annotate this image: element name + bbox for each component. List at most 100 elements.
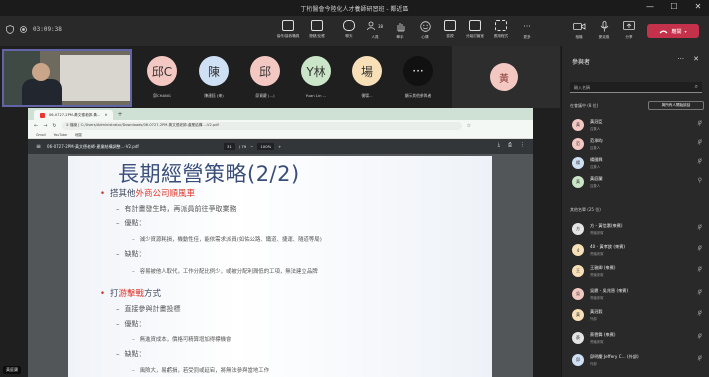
sub-item: – 缺點： bbox=[116, 250, 146, 258]
zoom-level[interactable]: 100% bbox=[257, 143, 275, 150]
more-icon: ··· bbox=[523, 21, 531, 31]
participant-row[interactable]: 蔡 蔡雲舞 (來賓) 會議來賓 ⚲̸ bbox=[570, 329, 706, 347]
star-icon[interactable]: ☆ bbox=[467, 123, 471, 129]
avatar: 方 bbox=[572, 223, 584, 235]
share-icon bbox=[623, 20, 635, 32]
participant-row[interactable]: 黃 黃庭蘭 召集人 ⚲ bbox=[570, 173, 706, 191]
mic-off-icon: ⚲̸ bbox=[697, 158, 702, 165]
chevron-down-icon[interactable]: ▾ bbox=[685, 29, 687, 34]
presenter-head bbox=[32, 63, 50, 81]
monitor-button[interactable]: 撥號/反應 bbox=[300, 20, 334, 44]
phone-hangup-icon bbox=[659, 30, 668, 33]
participant-tile[interactable]: 邱 邱資慶 (...) bbox=[237, 52, 293, 102]
avatar: Y林 bbox=[301, 56, 331, 86]
close-tab-icon[interactable]: ✕ bbox=[104, 113, 107, 117]
participant-row[interactable]: 4 40 - 黃孝欽 (來賓) 會議來賓 ⚲̸ bbox=[570, 241, 706, 259]
bookmark-maps[interactable]: 地圖 bbox=[75, 132, 82, 137]
participant-tile[interactable]: 黃 bbox=[452, 46, 560, 108]
mic-icon bbox=[600, 20, 609, 32]
browser-tab[interactable]: 06-0727-2PM-黃文德老師-黃... ✕ bbox=[34, 110, 114, 120]
meeting-timer: 03:09:38 bbox=[33, 26, 62, 33]
shield-icon[interactable] bbox=[6, 25, 14, 34]
panel-actions: ··· ✕ bbox=[677, 55, 699, 63]
more-icon[interactable]: ⋮ bbox=[520, 142, 525, 148]
bullet-item: • 搭其他外商公司順風車 bbox=[100, 189, 196, 199]
avatar: 邱C bbox=[147, 56, 177, 86]
search-input[interactable] bbox=[574, 84, 684, 90]
participant-row[interactable]: 王 王雅卿 (來賓) 會議來賓 ⚲̸ bbox=[570, 262, 706, 280]
sub-item: – 優點： bbox=[116, 219, 146, 227]
sub-item: – 優點： bbox=[116, 320, 146, 328]
record-icon bbox=[20, 26, 27, 33]
sub-item: – 有計畫發生時，再派員前往爭取業務 bbox=[116, 205, 237, 213]
chat-icon bbox=[343, 20, 355, 31]
mic-off-icon: ⚲̸ bbox=[697, 310, 702, 317]
leave-button[interactable]: 離開 ▾ bbox=[647, 24, 699, 38]
more-participants-tile[interactable]: ··· 顯示其他參與者 bbox=[390, 52, 446, 102]
hand-icon bbox=[396, 20, 405, 32]
participant-row[interactable]: 范 范承昀 召集人 ⚲̸ bbox=[570, 135, 706, 153]
participant-row[interactable]: 方 方 - 黃信惠(來賓) 會議來賓 ⚲̸ bbox=[570, 220, 706, 238]
zoom-out-icon[interactable]: − bbox=[250, 144, 253, 149]
participant-row[interactable]: 楊 楊國興 召集人 ⚲̸ bbox=[570, 154, 706, 172]
avatar: 場 bbox=[352, 56, 382, 86]
self-name-label: 黃庭蘭 bbox=[3, 366, 21, 374]
camera-icon bbox=[572, 20, 586, 32]
slide-page: 長期經營策略(2/2) • 搭其他外商公司順風車 – 有計畫發生時，再派員前往爭取業… bbox=[68, 156, 492, 377]
mic-off-icon: ⚲̸ bbox=[697, 120, 702, 127]
mic-off-icon: ⚲̸ bbox=[697, 139, 702, 146]
menu-icon[interactable]: ≡ bbox=[36, 143, 41, 150]
bookmark-gmail[interactable]: Gmail bbox=[36, 133, 46, 137]
mic-off-icon: ⚲̸ bbox=[697, 355, 702, 362]
participant-tile[interactable]: 場 僕場... bbox=[339, 52, 395, 102]
bullet-item: • 打游擊戰方式 bbox=[100, 289, 162, 299]
new-tab-icon[interactable]: + bbox=[117, 111, 122, 118]
participant-row[interactable]: 黃 黃冠臣 召集人 ⚲̸ bbox=[570, 116, 706, 134]
avatar: 陳 bbox=[199, 56, 229, 86]
close-icon[interactable]: ✕ bbox=[693, 55, 699, 63]
back-icon[interactable]: ← bbox=[34, 123, 38, 129]
avatar: 黃 bbox=[490, 63, 518, 91]
window-title: 丁桁醫會今陸化人才養師研習班 - 鄰近區 bbox=[300, 5, 409, 13]
more-button[interactable]: ··· 更多 bbox=[510, 20, 544, 44]
section-others[interactable]: 其他名單 (25 位) bbox=[570, 207, 601, 213]
participant-row[interactable]: 吳 吳鼎 - 吳兆晉 (來賓) 會議來賓 ⚲̸ bbox=[570, 285, 706, 303]
forward-icon[interactable]: → bbox=[43, 123, 47, 129]
browser-tab-strip: 06-0727-2PM-黃文德老師-黃... ✕ + bbox=[28, 108, 533, 120]
people-icon: 38 bbox=[367, 20, 383, 32]
panel-title: 參與者 bbox=[572, 59, 591, 66]
download-icon[interactable]: ⤓ bbox=[498, 142, 500, 148]
section-in-meeting[interactable]: 在會議中 (8 位) bbox=[570, 103, 598, 109]
admit-all-button[interactable]: 與所有人開始談話 bbox=[648, 101, 704, 110]
shared-screen: 06-0727-2PM-黃文德老師-黃... ✕ + ← → ↻ ① 檔案 | … bbox=[28, 108, 533, 377]
title-bar: 丁桁醫會今陸化人才養師研習班 - 鄰近區 — ☐ ✕ bbox=[0, 0, 709, 16]
participant-row[interactable]: 邱 邱明慶 Jeffery C... (外部) 外部 ⚲̸ bbox=[570, 351, 706, 369]
detail-item: – 容易被他人取代，工作分配比例少，或被分配利潤低的工項，無法建立品牌 bbox=[132, 269, 318, 275]
pdf-icon bbox=[40, 112, 45, 118]
emoji-icon bbox=[419, 20, 431, 32]
maximize-icon[interactable]: ☐ bbox=[669, 2, 679, 11]
avatar: 黃 bbox=[572, 176, 584, 188]
bullet-icon: • bbox=[100, 289, 106, 299]
participant-row[interactable]: 黃 黃冠毅 外部 ⚲̸ bbox=[570, 306, 706, 324]
participant-tile[interactable]: Y林 Yuan Lin ... bbox=[288, 52, 344, 102]
meeting-toolbar: 03:09:38 協作/接收職員 撥號/反應 聊天 38 人員 舉手 心情 檢視… bbox=[0, 16, 709, 46]
reload-icon[interactable]: ↻ bbox=[52, 123, 56, 129]
bookmarks-bar: Gmail YouTube 地圖 bbox=[28, 131, 533, 139]
participant-tile[interactable]: 陳 陳達鈺 (來) bbox=[186, 52, 242, 102]
avatar: 黃 bbox=[572, 119, 584, 131]
minimize-icon[interactable]: — bbox=[645, 2, 655, 11]
share-button[interactable]: 分享 bbox=[612, 20, 646, 44]
self-video[interactable] bbox=[2, 49, 132, 107]
pdf-viewer[interactable]: 長期經營策略(2/2) • 搭其他外商公司順風車 – 有計畫發生時，再派員前往爭取業… bbox=[28, 154, 533, 377]
zoom-in-icon[interactable]: + bbox=[278, 144, 281, 149]
more-icon[interactable]: ··· bbox=[677, 55, 684, 63]
url-field[interactable]: ① 檔案 | C:/Users/Administrator/Downloads/… bbox=[61, 121, 462, 130]
participant-tile[interactable]: 邱C 邱CHANG bbox=[134, 52, 190, 102]
participant-search[interactable]: ⌕ bbox=[570, 82, 702, 93]
print-icon[interactable]: ⎙ bbox=[508, 142, 512, 148]
close-icon[interactable]: ✕ bbox=[693, 2, 703, 11]
page-number-input[interactable]: 31 bbox=[224, 143, 235, 150]
detail-item: – 無進資成本，價格可精算增加得標機會 bbox=[132, 337, 232, 343]
bookmark-youtube[interactable]: YouTube bbox=[54, 133, 67, 137]
